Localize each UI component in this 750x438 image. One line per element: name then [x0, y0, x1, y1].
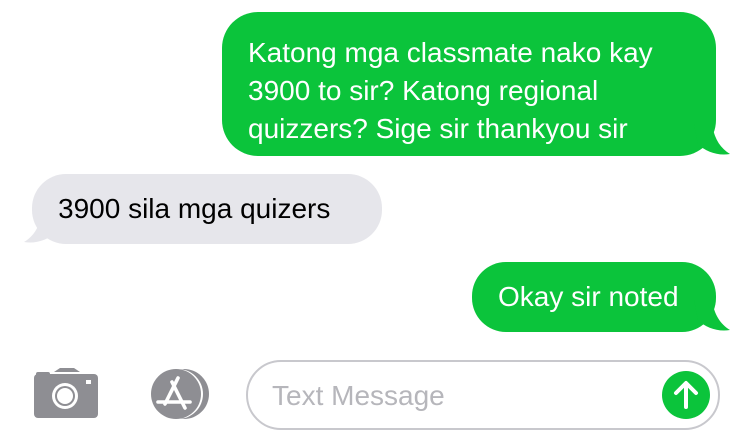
- sent-message-bubble[interactable]: Katong mga classmate nako kay 3900 to si…: [222, 12, 716, 156]
- send-button[interactable]: [662, 371, 710, 419]
- app-store-icon[interactable]: [140, 368, 214, 420]
- camera-icon[interactable]: [34, 368, 98, 418]
- message-input-field[interactable]: [246, 360, 720, 430]
- message-text: Katong mga classmate nako kay 3900 to si…: [248, 37, 653, 144]
- bubble-tail: [694, 300, 730, 331]
- send-arrow-icon: [674, 381, 698, 409]
- received-message-bubble[interactable]: 3900 sila mga quizers: [32, 174, 382, 244]
- message-input[interactable]: [272, 374, 642, 418]
- sent-message-bubble[interactable]: Okay sir noted: [472, 262, 716, 332]
- bubble-tail: [694, 124, 730, 155]
- message-text: Okay sir noted: [498, 281, 679, 312]
- messages-screen: Katong mga classmate nako kay 3900 to si…: [0, 0, 750, 438]
- bubble-tail: [24, 212, 60, 243]
- message-text: 3900 sila mga quizers: [58, 193, 331, 224]
